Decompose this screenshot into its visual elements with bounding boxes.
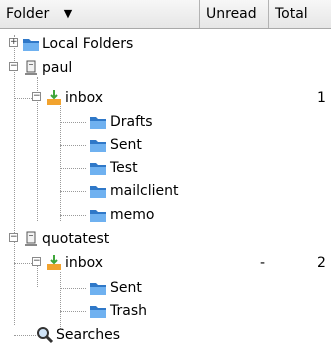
- tree-line: [60, 215, 86, 216]
- folder-icon: [90, 186, 106, 198]
- tree-row-quotatest-inbox[interactable]: − inbox - 2: [0, 251, 331, 275]
- tree-row-folder[interactable]: Sent: [0, 276, 331, 300]
- tree-row-paul[interactable]: − paul: [0, 56, 331, 80]
- total-count: 1: [317, 90, 326, 106]
- tree-line: [60, 145, 86, 146]
- tree-label: inbox: [65, 255, 104, 271]
- tree-label: Drafts: [110, 114, 153, 130]
- column-header-unread-label: Unread: [206, 6, 257, 22]
- tree-line: [60, 191, 86, 192]
- tree-label: Test: [110, 160, 138, 176]
- column-header-total[interactable]: Total: [269, 0, 331, 28]
- tree-label: Local Folders: [42, 36, 134, 52]
- search-icon: [37, 327, 54, 344]
- tree-line: [14, 263, 34, 264]
- tree-label: Sent: [110, 280, 142, 296]
- tree-row-folder[interactable]: Test: [0, 156, 331, 180]
- tree-label: Trash: [110, 303, 147, 319]
- tree-row-folder[interactable]: Sent: [0, 133, 331, 157]
- mail-server-icon: [25, 231, 37, 246]
- column-header-unread[interactable]: Unread: [200, 0, 269, 28]
- tree-line: [60, 122, 86, 123]
- tree-label: memo: [110, 207, 155, 223]
- folder-icon: [90, 163, 106, 175]
- tree-label: mailclient: [110, 183, 179, 199]
- folder-icon: [90, 210, 106, 222]
- tree-row-searches[interactable]: Searches: [0, 323, 331, 347]
- collapse-toggle-icon[interactable]: −: [9, 233, 18, 242]
- folder-icon: [23, 39, 39, 51]
- mail-server-icon: [25, 60, 37, 75]
- collapse-toggle-icon[interactable]: −: [32, 257, 41, 266]
- tree-row-local-folders[interactable]: + Local Folders: [0, 32, 331, 56]
- folder-icon: [90, 140, 106, 152]
- tree-line: [60, 311, 86, 312]
- folder-icon: [90, 117, 106, 129]
- column-header-folder[interactable]: Folder ▼: [0, 0, 200, 28]
- tree-line: [14, 98, 34, 99]
- column-header-total-label: Total: [275, 6, 308, 22]
- tree-line: [60, 288, 86, 289]
- tree-label: paul: [42, 60, 73, 76]
- tree-label: Searches: [56, 327, 121, 343]
- tree-row-folder[interactable]: mailclient: [0, 179, 331, 203]
- tree-row-quotatest[interactable]: − quotatest: [0, 227, 331, 251]
- tree-line: [14, 335, 36, 336]
- folder-icon: [90, 306, 106, 318]
- folder-icon: [90, 283, 106, 295]
- expand-toggle-icon[interactable]: +: [9, 38, 18, 47]
- folder-tree: + Local Folders − paul − inbox 1 Drafts …: [0, 29, 331, 362]
- collapse-toggle-icon[interactable]: −: [9, 62, 18, 71]
- tree-label: inbox: [65, 90, 104, 106]
- inbox-icon: [47, 255, 61, 270]
- tree-label: Sent: [110, 137, 142, 153]
- tree-row-folder[interactable]: memo: [0, 203, 331, 227]
- tree-label: quotatest: [42, 231, 110, 247]
- tree-row-folder[interactable]: Trash: [0, 299, 331, 323]
- tree-row-folder[interactable]: Drafts: [0, 110, 331, 134]
- inbox-icon: [47, 90, 61, 105]
- collapse-toggle-icon[interactable]: −: [32, 92, 41, 101]
- total-count: 2: [317, 255, 326, 271]
- column-header-folder-label: Folder: [6, 6, 50, 22]
- tree-line: [60, 168, 86, 169]
- sort-down-arrow-icon[interactable]: ▼: [64, 0, 72, 28]
- tree-row-paul-inbox[interactable]: − inbox 1: [0, 86, 331, 110]
- column-header-bar: Folder ▼ Unread Total: [0, 0, 331, 29]
- unread-count: -: [260, 255, 266, 271]
